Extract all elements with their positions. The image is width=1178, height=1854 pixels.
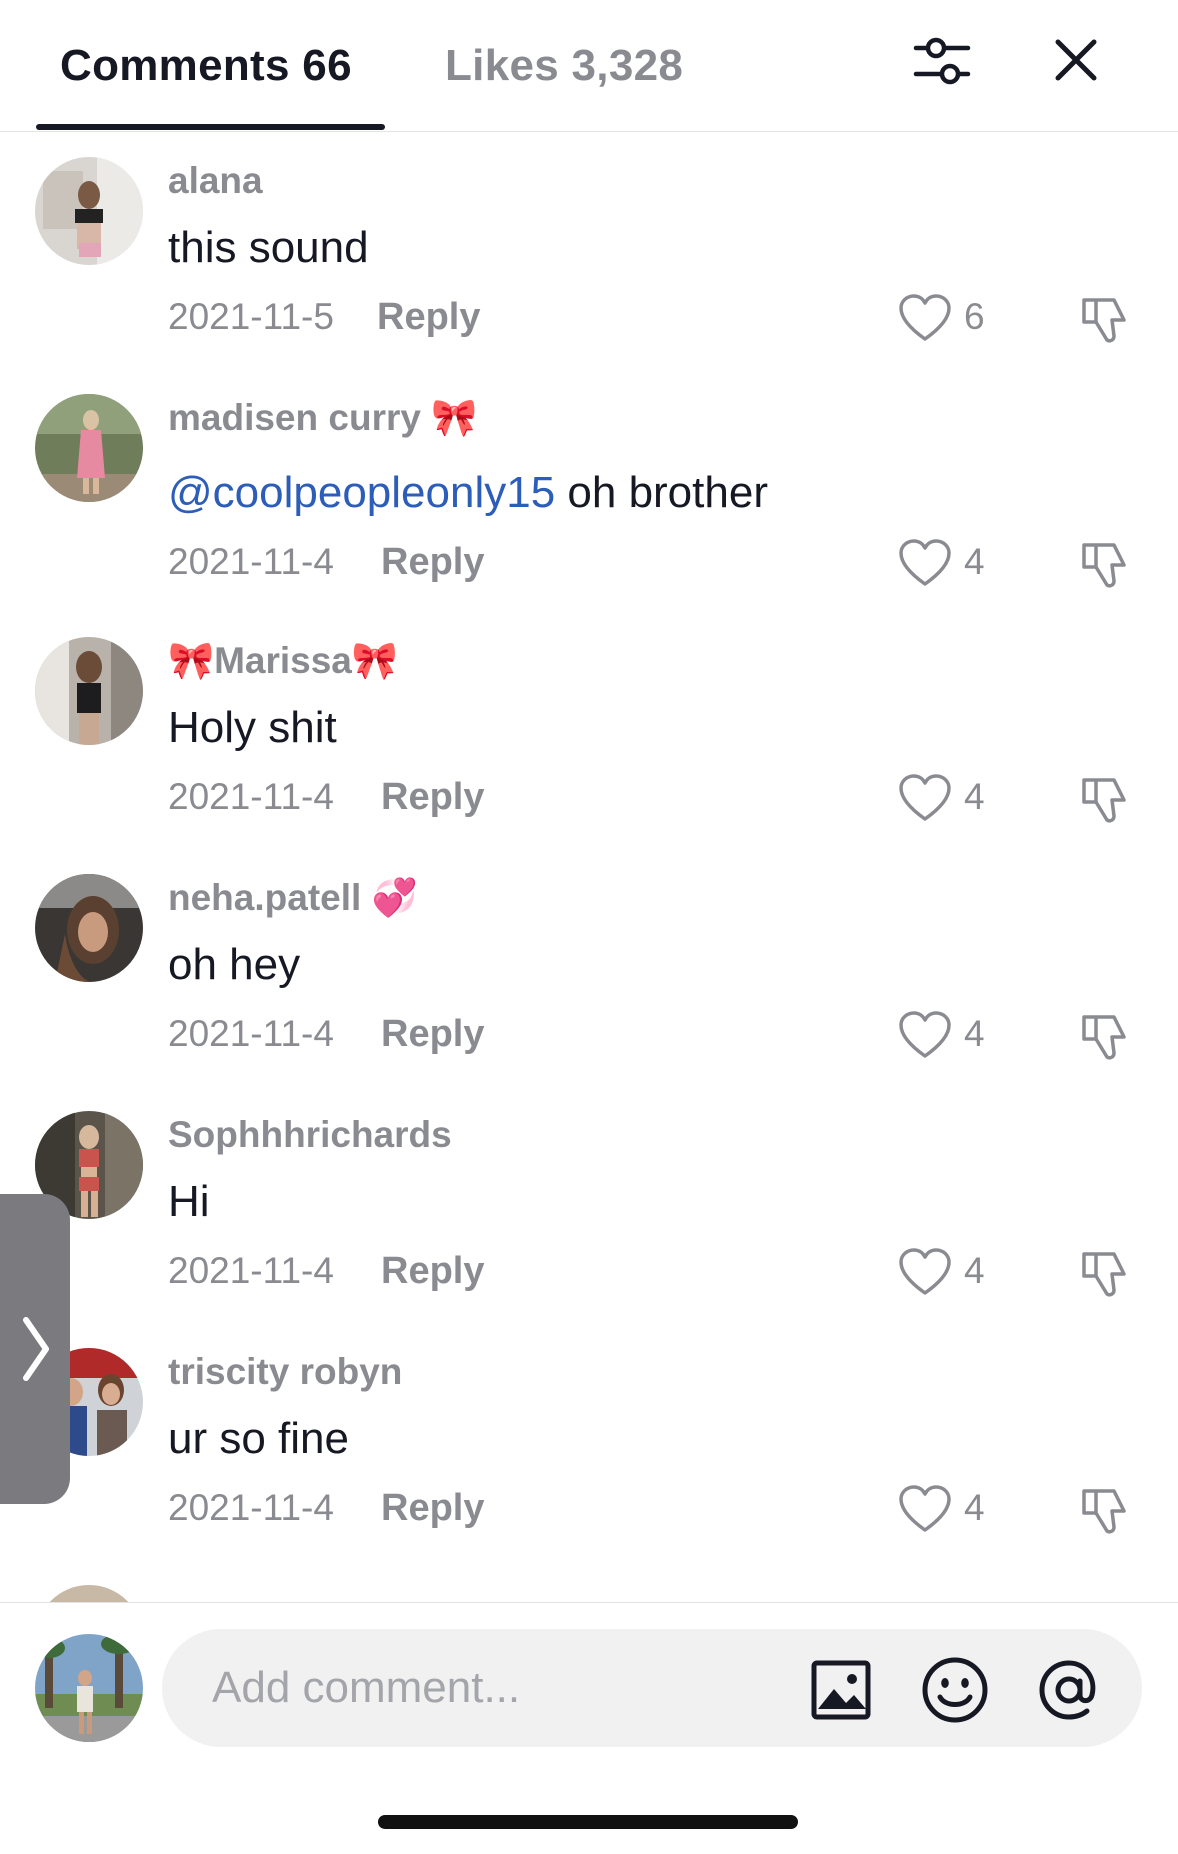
heart-outline-icon[interactable] (898, 1247, 952, 1297)
avatar[interactable] (35, 157, 143, 265)
comment-username[interactable]: madisen curry 🎀 (168, 395, 477, 441)
reply-button[interactable]: Reply (381, 774, 484, 820)
reply-button[interactable]: Reply (381, 1248, 484, 1294)
heart-outline-icon[interactable] (898, 293, 952, 343)
heart-outline-icon[interactable] (898, 538, 952, 588)
active-tab-indicator (36, 124, 385, 130)
thumbs-down-icon[interactable] (1078, 292, 1132, 346)
reply-button[interactable]: Reply (381, 1011, 484, 1057)
comment-item: 🎀Marissa🎀 Holy shit 2021-11-4 Reply 4 (0, 612, 1178, 849)
comment-text: this sound (168, 223, 369, 272)
comment-date: 2021-11-4 (168, 1013, 334, 1054)
comment-date: 2021-11-4 (168, 776, 334, 817)
reply-button[interactable]: Reply (381, 1485, 484, 1531)
comments-header: Comments 66 Likes 3,328 (0, 0, 1178, 132)
comment-text: @coolpeopleonly15 oh brother (168, 465, 768, 521)
comment-text: oh hey (168, 940, 301, 989)
comment-text: ur so fine (168, 1414, 349, 1463)
comment-item: madisen curry 🎀 @coolpeopleonly15 oh bro… (0, 369, 1178, 606)
comment-input-placeholder: Add comment... (212, 1663, 521, 1712)
comment-text: Holy shit (168, 703, 337, 752)
comment-username[interactable]: Sophhhrichards (168, 1112, 452, 1158)
comment-item: alana this sound 2021-11-5 Reply 6 (0, 132, 1178, 369)
image-icon[interactable] (810, 1659, 872, 1721)
tab-comments[interactable]: Comments 66 (60, 36, 352, 96)
thumbs-down-icon[interactable] (1078, 772, 1132, 826)
comment-text-body: oh brother (555, 468, 768, 517)
comment-date: 2021-11-4 (168, 1487, 334, 1528)
comment-username[interactable]: 🎀Marissa🎀 (168, 638, 398, 684)
comment-item (0, 1560, 1178, 1602)
close-button[interactable] (1046, 30, 1106, 90)
like-count: 4 (964, 1487, 985, 1528)
comment-username[interactable]: alana (168, 158, 263, 204)
like-count: 4 (964, 1250, 985, 1291)
reply-button[interactable]: Reply (377, 294, 480, 340)
thumbs-down-icon[interactable] (1078, 1246, 1132, 1300)
comments-sheet: Comments 66 Likes 3,328 alana this sound… (0, 0, 1178, 1854)
comment-composer: Add comment... (0, 1602, 1178, 1854)
comment-text: Hi (168, 1177, 210, 1226)
avatar[interactable] (35, 394, 143, 502)
avatar[interactable] (35, 874, 143, 982)
comment-date: 2021-11-4 (168, 1250, 334, 1291)
filter-button[interactable] (912, 30, 976, 94)
comment-username[interactable]: triscity robyn (168, 1349, 402, 1395)
comment-date: 2021-11-5 (168, 296, 334, 337)
comment-item: Sophhhrichards Hi 2021-11-4 Reply 4 (0, 1086, 1178, 1323)
tab-likes[interactable]: Likes 3,328 (445, 36, 683, 96)
smiley-icon[interactable] (920, 1655, 990, 1725)
like-count: 4 (964, 541, 985, 582)
sliders-icon (913, 37, 971, 85)
thumbs-down-icon[interactable] (1078, 537, 1132, 591)
side-panel-handle[interactable] (0, 1194, 70, 1504)
heart-outline-icon[interactable] (898, 773, 952, 823)
chevron-right-icon (23, 1317, 49, 1381)
heart-outline-icon[interactable] (898, 1484, 952, 1534)
like-count: 4 (964, 776, 985, 817)
my-avatar[interactable] (35, 1634, 143, 1742)
avatar[interactable] (35, 1585, 143, 1602)
home-indicator (378, 1815, 798, 1829)
comment-date: 2021-11-4 (168, 541, 334, 582)
reply-button[interactable]: Reply (381, 539, 484, 585)
comment-username[interactable]: neha.patell 💞 (168, 875, 418, 921)
close-icon (1055, 39, 1097, 81)
heart-outline-icon[interactable] (898, 1010, 952, 1060)
like-count: 6 (964, 296, 985, 337)
avatar[interactable] (35, 637, 143, 745)
comment-input[interactable]: Add comment... (162, 1629, 1142, 1747)
thumbs-down-icon[interactable] (1078, 1009, 1132, 1063)
thumbs-down-icon[interactable] (1078, 1483, 1132, 1537)
comment-item: triscity robyn ur so fine 2021-11-4 Repl… (0, 1323, 1178, 1560)
at-sign-icon[interactable] (1034, 1655, 1104, 1725)
comment-item: neha.patell 💞 oh hey 2021-11-4 Reply 4 (0, 849, 1178, 1086)
like-count: 4 (964, 1013, 985, 1054)
comment-mention[interactable]: @coolpeopleonly15 (168, 468, 555, 517)
comment-list[interactable]: alana this sound 2021-11-5 Reply 6 madis… (0, 132, 1178, 1602)
